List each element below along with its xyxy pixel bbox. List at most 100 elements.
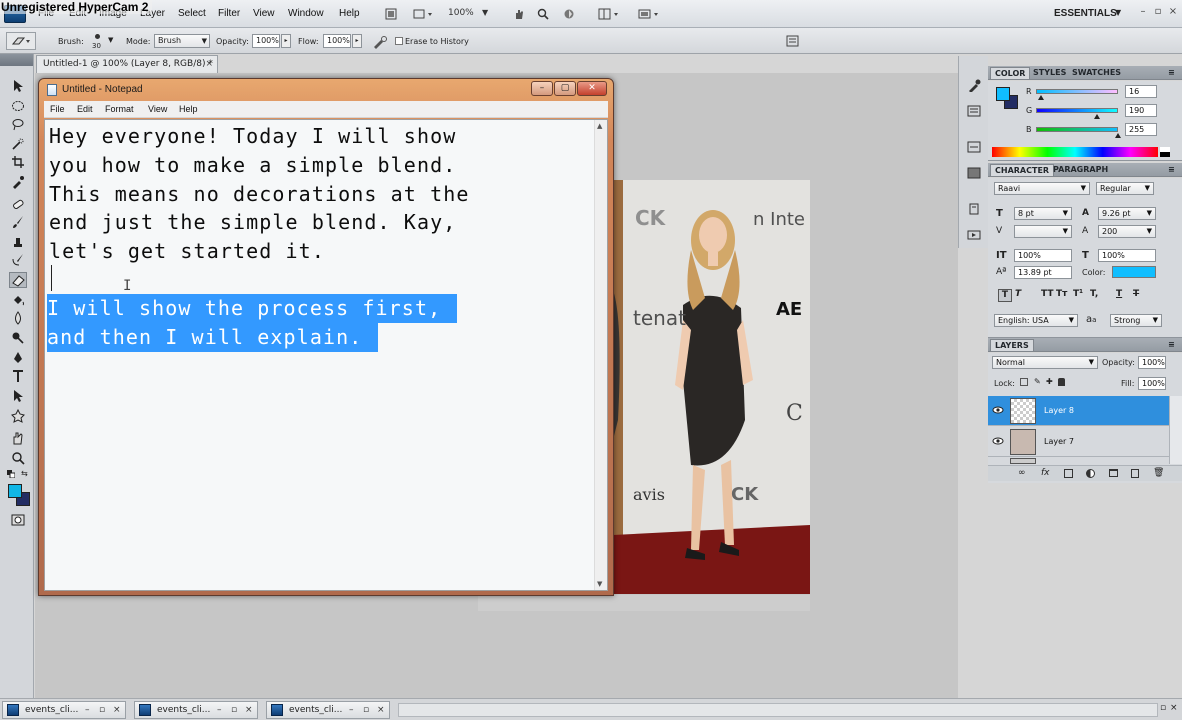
horizontal-scale-field[interactable]: 100% [1098, 249, 1156, 262]
quick-mask-icon[interactable] [9, 512, 27, 528]
rotate-view-icon[interactable] [561, 6, 577, 22]
healing-brush-tool-icon[interactable] [9, 196, 27, 212]
vertical-scale-field[interactable]: 100% [1014, 249, 1072, 262]
clone-stamp-tool-icon[interactable] [9, 234, 27, 250]
new-layer-icon[interactable] [1131, 469, 1139, 478]
notepad-vertical-scrollbar[interactable]: ▲ ▼ [594, 120, 607, 590]
green-value[interactable]: 190 [1125, 104, 1157, 117]
erase-to-history-checkbox[interactable] [395, 37, 403, 45]
faux-bold-button[interactable]: T [998, 289, 1012, 302]
default-colors-icon[interactable] [7, 470, 16, 479]
close-icon[interactable]: × [377, 702, 385, 718]
scroll-down-icon[interactable]: ▼ [597, 580, 602, 588]
red-slider-thumb[interactable] [1038, 95, 1045, 100]
menu-view[interactable]: View [253, 8, 275, 19]
opacity-field[interactable]: 100% [252, 34, 280, 48]
marquee-tool-icon[interactable] [9, 98, 27, 114]
taskbar-item[interactable]: events_cli... – ▫ × [2, 701, 126, 719]
quick-selection-tool-icon[interactable] [9, 136, 27, 152]
faux-italic-button[interactable]: T [1015, 289, 1021, 299]
eyedropper-tool-icon[interactable] [9, 174, 27, 190]
layer-style-icon[interactable]: fx [1041, 468, 1050, 478]
arrange-documents-icon[interactable] [596, 6, 624, 22]
green-slider-thumb[interactable] [1094, 114, 1101, 119]
color-ramp[interactable] [992, 147, 1170, 157]
clone-source-panel-icon[interactable] [966, 228, 982, 242]
strikethrough-button[interactable]: T [1133, 289, 1139, 299]
flow-slider-arrow-icon[interactable]: ▸ [352, 34, 362, 48]
minimize-icon[interactable]: – [85, 702, 90, 718]
delete-layer-icon[interactable]: 🗑 [1153, 468, 1164, 478]
paint-bucket-tool-icon[interactable] [9, 292, 27, 308]
view-extras-icon[interactable] [411, 6, 437, 22]
font-style-select[interactable]: Regular ▼ [1096, 182, 1154, 195]
chevron-down-icon[interactable]: ▼ [1115, 8, 1121, 17]
menu-select[interactable]: Select [178, 8, 206, 19]
paths-panel-icon[interactable] [966, 140, 982, 154]
hand-tool-icon[interactable] [9, 430, 27, 446]
layer-opacity-field[interactable]: 100% [1138, 356, 1166, 369]
swap-colors-icon[interactable]: ⇆ [21, 469, 30, 478]
hand-tool-icon[interactable] [511, 6, 527, 22]
tab-paragraph[interactable]: PARAGRAPH [1053, 165, 1108, 174]
menu-help[interactable]: Help [339, 8, 360, 19]
text-color-swatch[interactable] [1112, 266, 1156, 278]
notepad-menu-view[interactable]: View [148, 104, 167, 114]
brush-panel-toggle-icon[interactable] [786, 34, 800, 48]
red-value[interactable]: 16 [1125, 85, 1157, 98]
restore-icon[interactable]: ▫ [99, 702, 105, 718]
layer-row-layer-7[interactable]: Layer 7 [988, 427, 1169, 457]
blue-slider[interactable] [1036, 127, 1118, 132]
opacity-slider-arrow-icon[interactable]: ▸ [281, 34, 291, 48]
type-tool-icon[interactable] [9, 368, 27, 384]
chevron-down-icon[interactable]: ▼ [482, 8, 488, 17]
actions-panel-icon[interactable] [966, 104, 982, 118]
shape-tool-icon[interactable] [9, 408, 27, 424]
link-layers-icon[interactable]: ∞ [1018, 468, 1026, 478]
close-icon[interactable]: × [205, 56, 213, 72]
restore-icon[interactable]: ▫ [231, 702, 237, 718]
lock-transparency-icon[interactable] [1020, 378, 1028, 386]
red-slider[interactable] [1036, 89, 1118, 94]
restore-icon[interactable]: ▫ [1152, 6, 1164, 18]
close-icon[interactable]: × [245, 702, 253, 718]
history-panel-icon[interactable] [966, 78, 982, 92]
minimize-button[interactable]: – [531, 81, 553, 96]
lock-pixels-icon[interactable]: ✎ [1034, 377, 1041, 386]
mode-select[interactable]: Brush ▼ [154, 34, 210, 48]
document-tab[interactable]: Untitled-1 @ 100% (Layer 8, RGB/8) * × [36, 55, 218, 73]
zoom-level[interactable]: 100% [448, 8, 474, 18]
subscript-button[interactable]: T, [1090, 289, 1098, 299]
flow-field[interactable]: 100% [323, 34, 351, 48]
font-family-select[interactable]: Raavi ▼ [994, 182, 1090, 195]
superscript-button[interactable]: T¹ [1073, 289, 1083, 299]
add-mask-icon[interactable] [1064, 469, 1073, 478]
baseline-shift-field[interactable]: 13.89 pt [1014, 266, 1072, 279]
notepad-menu-format[interactable]: Format [105, 104, 134, 114]
panel-menu-icon[interactable]: ≡ [1168, 340, 1175, 349]
visibility-eye-icon[interactable] [992, 405, 1004, 415]
tools-panel-header[interactable] [0, 54, 33, 66]
notepad-menu-file[interactable]: File [50, 104, 65, 114]
taskbar-close-icon[interactable]: × [1170, 703, 1178, 713]
language-select[interactable]: English: USA ▼ [994, 314, 1078, 327]
restore-icon[interactable]: ▫ [363, 702, 369, 718]
tab-layers[interactable]: LAYERS [990, 339, 1034, 351]
visibility-eye-icon[interactable] [992, 436, 1004, 446]
minimize-icon[interactable]: – [349, 702, 354, 718]
font-size-select[interactable]: 8 pt ▼ [1014, 207, 1072, 220]
minimize-icon[interactable]: – [217, 702, 222, 718]
close-button[interactable]: ✕ [577, 81, 607, 96]
brush-preset-picker[interactable]: 30 ▼ [88, 32, 114, 52]
tab-styles[interactable]: STYLES [1033, 68, 1066, 77]
adjustment-layer-icon[interactable] [1086, 469, 1095, 478]
close-icon[interactable]: × [113, 702, 121, 718]
taskbar-item[interactable]: events_cli... – ▫ × [266, 701, 390, 719]
green-slider[interactable] [1036, 108, 1118, 113]
tab-swatches[interactable]: SWATCHES [1072, 68, 1121, 77]
foreground-color-swatch[interactable] [8, 484, 22, 498]
notepad-text-area[interactable]: Hey everyone! Today I will show you how … [44, 119, 608, 591]
leading-select[interactable]: 9.26 pt ▼ [1098, 207, 1156, 220]
scroll-up-icon[interactable]: ▲ [597, 122, 602, 130]
airbrush-icon[interactable] [372, 35, 388, 49]
